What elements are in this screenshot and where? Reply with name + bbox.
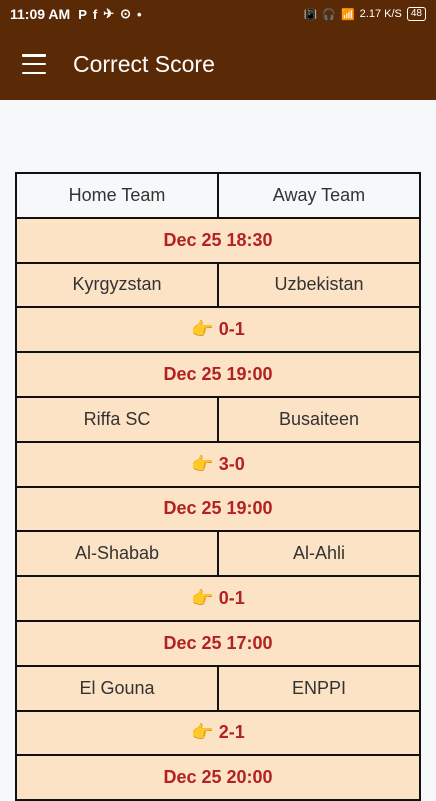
page-title: Correct Score	[73, 50, 215, 77]
main-content: Home Team Away Team Dec 25 18:30 Kyrgyzs…	[0, 100, 436, 801]
match-date: Dec 25 18:30	[15, 216, 421, 264]
home-team: Al-Shabab	[15, 530, 219, 578]
header-away-team: Away Team	[217, 172, 421, 219]
away-team: Uzbekistan	[217, 261, 421, 309]
match-score: 👉 0-1	[15, 306, 421, 354]
home-team: Riffa SC	[15, 395, 219, 443]
more-notifications-icon: •	[137, 6, 142, 22]
table-header-row: Home Team Away Team	[15, 172, 421, 219]
headphones-icon: 🎧	[322, 8, 336, 21]
correct-score-table: Home Team Away Team Dec 25 18:30 Kyrgyzs…	[15, 172, 421, 801]
match-date: Dec 25 17:00	[15, 619, 421, 667]
network-speed: 2.17 K/S	[359, 8, 402, 20]
away-team: Al-Ahli	[217, 530, 421, 578]
status-time: 11:09 AM	[10, 6, 71, 22]
notification-icon-p: P	[78, 6, 87, 22]
hamburger-menu-icon[interactable]	[22, 54, 46, 74]
header-home-team: Home Team	[15, 172, 219, 219]
facebook-icon: f	[92, 6, 98, 22]
vibrate-icon: 📳	[303, 8, 318, 21]
telegram-icon: ✈	[103, 6, 115, 21]
match-score: 👉 0-1	[15, 575, 421, 622]
match-date: Dec 25 19:00	[15, 351, 421, 398]
match-score: 👉 3-0	[15, 440, 421, 488]
home-team: Kyrgyzstan	[15, 261, 219, 309]
wifi-icon: 📶	[340, 8, 355, 21]
notification-icons: P f ✈ ⊙ •	[78, 6, 141, 22]
app-icon: ⊙	[120, 6, 132, 21]
match-date: Dec 25 20:00	[15, 754, 421, 801]
status-bar: 11:09 AM P f ✈ ⊙ • 📳 🎧 📶 2.17 K/S 48	[0, 0, 436, 28]
match-date: Dec 25 19:00	[15, 485, 421, 533]
away-team: Busaiteen	[217, 395, 421, 443]
system-icons: 📳 🎧 📶 2.17 K/S 48	[304, 7, 426, 21]
battery-icon: 48	[406, 7, 426, 21]
app-bar: Correct Score	[0, 28, 436, 100]
home-team: El Gouna	[15, 664, 219, 712]
away-team: ENPPI	[217, 664, 421, 712]
match-score: 👉 2-1	[15, 709, 421, 757]
